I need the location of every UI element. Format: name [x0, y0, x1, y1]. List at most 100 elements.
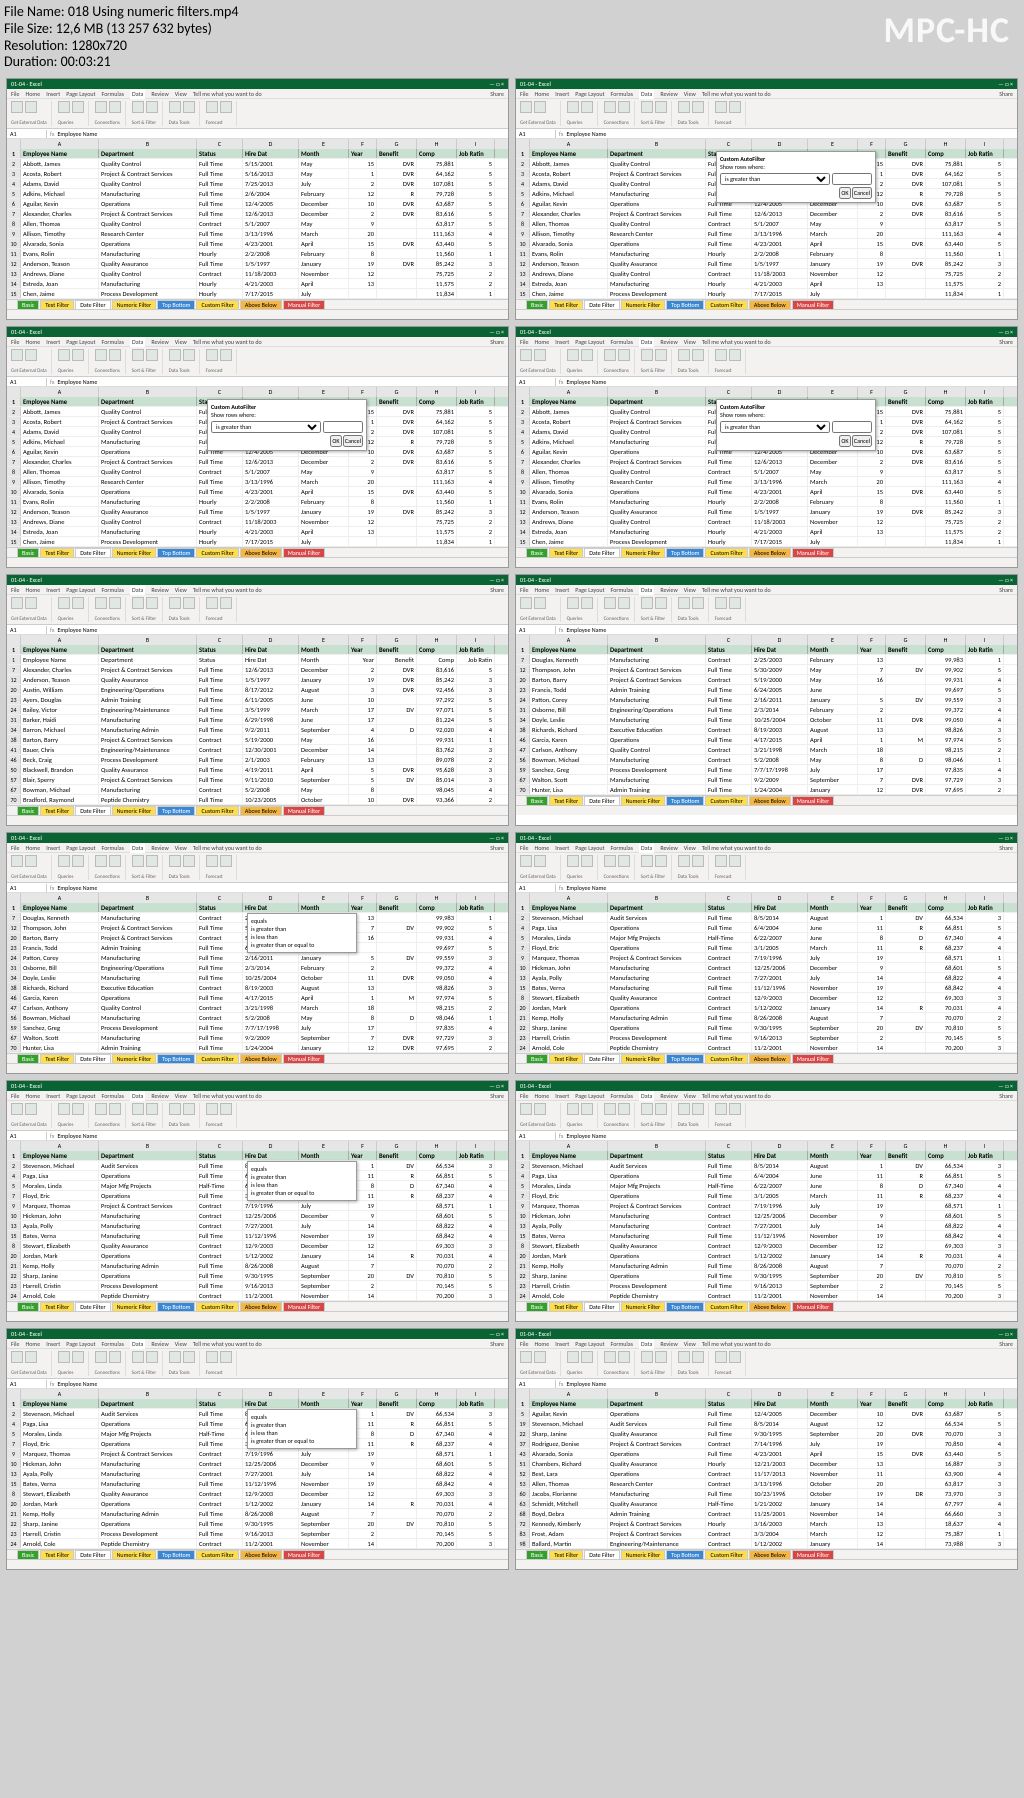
col-header[interactable]: Employee Name [21, 1151, 99, 1160]
sheet-tab[interactable]: Manual Filter [283, 806, 325, 816]
table-row[interactable]: 70Hunter, LisaAdmin TrainingFull Time1/2… [7, 1043, 508, 1053]
menubar[interactable]: FileHomeInsertPage LayoutFormulasDataRev… [516, 1091, 1017, 1101]
table-row[interactable]: 24Patton, CoreyManufacturingFull Time2/1… [7, 953, 508, 963]
formula-bar[interactable]: A1fxEmployee Name [516, 1379, 1017, 1389]
col-header[interactable]: Year [349, 149, 377, 158]
column-headers[interactable]: ABCDEFGHI [516, 893, 1017, 903]
table-row[interactable]: 9Marquez, ThomasProject & Contract Servi… [7, 1201, 508, 1211]
menu-item[interactable]: Data [639, 88, 654, 99]
sheet-tab[interactable]: Above Below [240, 548, 282, 558]
table-row[interactable]: 1Employee NameDepartmentStatusHire DatMo… [7, 655, 508, 665]
col-header[interactable]: Job Ratin [966, 397, 1004, 406]
table-row[interactable]: 10Hickman, JohnManufacturingContract12/2… [516, 1211, 1017, 1221]
menu-item[interactable]: Review [660, 1340, 677, 1348]
table-row[interactable]: 19Stevenson, MichaelAudit ServicesFull T… [516, 1419, 1017, 1429]
menu-item[interactable]: Data [639, 584, 654, 595]
table-row[interactable]: 14Estreda, JoanManufacturingHourly4/21/2… [516, 527, 1017, 537]
sheet-tabs[interactable]: BasicText FilterDate FilterNumeric Filte… [516, 299, 1017, 309]
sheet-tab[interactable]: Numeric Filter [112, 1550, 157, 1560]
menu-item[interactable]: File [520, 338, 529, 346]
sheet-tab[interactable]: Top Bottom [666, 548, 704, 558]
table-row[interactable]: 20Jordan, MarkOperationsContract1/12/200… [7, 1251, 508, 1261]
menu-item[interactable]: Review [151, 844, 168, 852]
col-header[interactable]: Department [608, 645, 706, 654]
table-row[interactable]: 9Allison, TimothyResearch CenterFull Tim… [516, 229, 1017, 239]
table-row[interactable]: 13Andrews, DianeQuality ControlContract1… [7, 269, 508, 279]
col-header[interactable]: Status [197, 149, 243, 158]
table-row[interactable]: 4Adams, DavidQuality ControlFull Time7/2… [7, 179, 508, 189]
table-row[interactable]: 13Ayala, PollyManufacturingContract7/27/… [516, 973, 1017, 983]
menu-item[interactable]: Data [639, 842, 654, 853]
menu-item[interactable]: View [684, 1092, 696, 1100]
table-row[interactable]: 15Chen, JaimeProcess DevelopmentHourly7/… [516, 289, 1017, 299]
table-row[interactable]: 14Estreda, JoanManufacturingHourly4/21/2… [7, 527, 508, 537]
col-header[interactable]: Hire Dat [243, 903, 299, 912]
sheet-tab[interactable]: Top Bottom [157, 300, 195, 310]
col-header[interactable]: Hire Dat [752, 1399, 808, 1408]
menu-item[interactable]: Insert [555, 1340, 569, 1348]
sheet-tabs[interactable]: BasicText FilterDate FilterNumeric Filte… [516, 1053, 1017, 1063]
table-row[interactable]: 83Frost, AdamProject & Contract Services… [516, 1529, 1017, 1539]
col-header[interactable]: Year [858, 1399, 886, 1408]
table-row[interactable]: 10Alvarado, SoniaOperationsFull Time4/23… [7, 239, 508, 249]
sheet-tab[interactable]: Date Filter [584, 300, 619, 310]
table-row[interactable]: 8Allen, ThomasQuality ControlContract5/1… [516, 219, 1017, 229]
menu-item[interactable]: File [11, 586, 20, 594]
col-header[interactable]: Hire Dat [752, 1151, 808, 1160]
table-row[interactable]: 11Evans, RolinManufacturingHourly2/2/200… [7, 249, 508, 259]
table-row[interactable]: 8Allen, ThomasQuality ControlContract5/1… [7, 467, 508, 477]
table-row[interactable]: 23Harrell, CristinProcess DevelopmentFul… [516, 1281, 1017, 1291]
table-row[interactable]: 8Stewart, ElizabethQuality AssuranceCont… [516, 993, 1017, 1003]
share-button[interactable]: Share [999, 338, 1013, 346]
sheet-tab[interactable]: Above Below [749, 1302, 791, 1312]
table-row[interactable]: 12Anderson, TeasonQuality AssuranceFull … [7, 259, 508, 269]
sheet-tab[interactable]: Text Filter [549, 1550, 583, 1560]
sheet-tab[interactable]: Above Below [240, 806, 282, 816]
menu-item[interactable]: Page Layout [575, 90, 604, 98]
sheet-tab[interactable]: Date Filter [584, 1550, 619, 1560]
ribbon[interactable]: Get External DataQueriesConnectionsSort … [516, 1349, 1017, 1379]
col-header[interactable]: Comp [926, 149, 966, 158]
sheet-tab[interactable]: Basic [17, 548, 39, 558]
menu-item[interactable]: View [175, 90, 187, 98]
sheet-tab[interactable]: Basic [526, 1302, 548, 1312]
menu-item[interactable]: Page Layout [66, 1092, 95, 1100]
sheet-tab[interactable]: Numeric Filter [621, 548, 666, 558]
col-header[interactable]: Comp [926, 903, 966, 912]
table-row[interactable]: 13Andrews, DianeQuality ControlContract1… [516, 269, 1017, 279]
table-row[interactable]: 12Anderson, TeasonQuality AssuranceFull … [7, 507, 508, 517]
table-row[interactable]: 22Sharp, JanineOperationsFull Time9/30/1… [516, 1271, 1017, 1281]
sheet-tabs[interactable]: BasicText FilterDate FilterNumeric Filte… [516, 547, 1017, 557]
table-row[interactable]: 24Arnold, ColePeptide ChemistryContract1… [7, 1291, 508, 1301]
column-headers[interactable]: ABCDEFGHI [516, 635, 1017, 645]
menu-item[interactable]: File [520, 844, 529, 852]
col-header[interactable]: Year [349, 903, 377, 912]
table-row[interactable]: 7Alexander, CharlesProject & Contract Se… [7, 457, 508, 467]
cancel-button[interactable]: Cancel [852, 435, 872, 447]
table-row[interactable]: 51Chambers, RichardQuality AssuranceHour… [516, 1459, 1017, 1469]
table-row[interactable]: 13Ayala, PollyManufacturingContract7/27/… [7, 1469, 508, 1479]
sheet-tab[interactable]: Above Below [749, 300, 791, 310]
sheet-tab[interactable]: Numeric Filter [112, 300, 157, 310]
col-header[interactable]: Month [299, 645, 349, 654]
table-row[interactable]: 72Kennedy, KimberlyProject & Contract Se… [516, 1519, 1017, 1529]
table-row[interactable]: 10Alvarado, SoniaOperationsFull Time4/23… [7, 487, 508, 497]
sheet-tab[interactable]: Above Below [240, 300, 282, 310]
menu-item[interactable]: Page Layout [66, 586, 95, 594]
sheet-tab[interactable]: Custom Filter [196, 1550, 238, 1560]
table-row[interactable]: 38Barton, BarryProject & Contract Servic… [7, 735, 508, 745]
col-header[interactable]: Benefit [886, 1399, 926, 1408]
menu-item[interactable]: File [11, 90, 20, 98]
col-header[interactable]: Job Ratin [457, 645, 495, 654]
table-row[interactable]: 9Marquez, ThomasProject & Contract Servi… [7, 1449, 508, 1459]
menubar[interactable]: FileHomeInsertPage LayoutFormulasDataRev… [7, 337, 508, 347]
autofilter-dialog[interactable]: Custom AutoFilterShow rows where:is grea… [207, 399, 367, 451]
sheet-tab[interactable]: Date Filter [75, 1302, 110, 1312]
sheet-tab[interactable]: Manual Filter [792, 1550, 834, 1560]
table-row[interactable]: 38Richards, RichardExecutive EducationCo… [7, 983, 508, 993]
formula-bar[interactable]: A1fxEmployee Name [7, 377, 508, 387]
sheet-tab[interactable]: Custom Filter [196, 1302, 238, 1312]
table-row[interactable]: 13Andrews, DianeQuality ControlContract1… [7, 517, 508, 527]
sheet-tab[interactable]: Text Filter [549, 300, 583, 310]
sheet-tab[interactable]: Numeric Filter [621, 300, 666, 310]
